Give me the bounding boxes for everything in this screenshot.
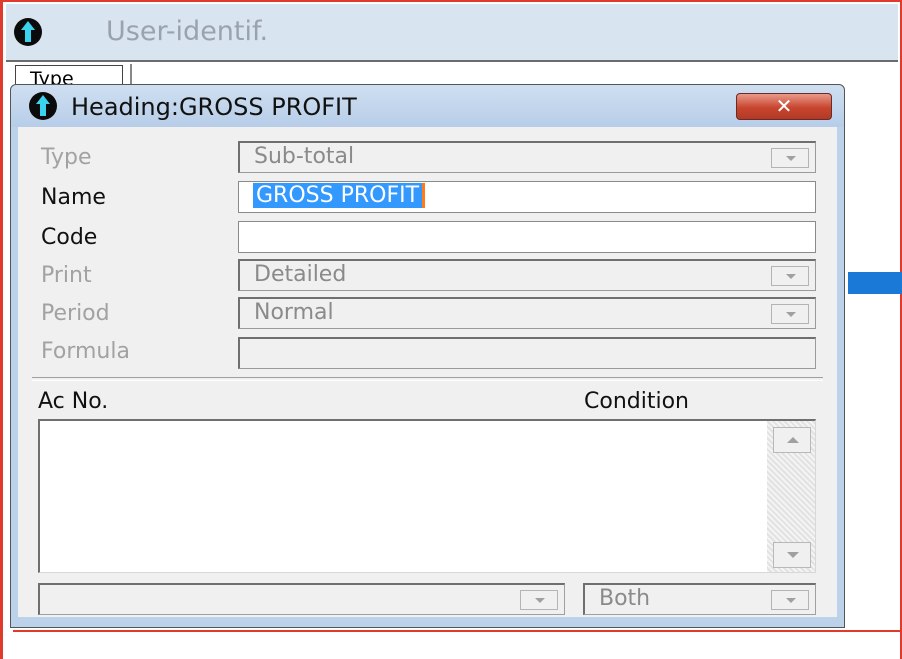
close-button[interactable]: ✕ <box>736 93 832 120</box>
condition-header: Condition <box>584 389 689 414</box>
name-label: Name <box>41 185 106 210</box>
background-divider <box>6 60 898 62</box>
condition-combo-value: Both <box>599 586 651 611</box>
name-field[interactable]: GROSS PROFIT <box>238 181 816 213</box>
formula-field <box>238 337 816 369</box>
account-combo[interactable] <box>38 583 565 615</box>
condition-combo[interactable]: Both <box>583 583 816 615</box>
code-label: Code <box>41 225 98 250</box>
print-label: Print <box>41 263 92 288</box>
background-selected-row[interactable] <box>848 272 902 294</box>
section-divider <box>32 377 823 381</box>
code-field[interactable] <box>238 221 816 253</box>
print-dropdown-arrow-icon <box>771 266 809 286</box>
condition-combo-dropdown-arrow-icon[interactable] <box>771 590 809 610</box>
period-select: Normal <box>238 297 816 329</box>
period-value: Normal <box>254 300 334 325</box>
print-select: Detailed <box>238 259 816 291</box>
heading-dialog: Heading:GROSS PROFIT ✕ Type Sub-total Na… <box>10 84 845 628</box>
account-list[interactable] <box>38 419 816 573</box>
close-icon: ✕ <box>775 94 793 118</box>
background-bottom-border <box>13 630 902 632</box>
period-dropdown-arrow-icon <box>771 304 809 324</box>
formula-label: Formula <box>41 339 130 364</box>
type-dropdown-arrow-icon <box>771 148 809 168</box>
list-scrollbar[interactable] <box>767 421 815 572</box>
dialog-body: Type Sub-total Name GROSS PROFIT Code Pr… <box>18 127 837 617</box>
ac-no-header: Ac No. <box>38 389 109 414</box>
background-title-bar: User-identif. <box>6 4 898 60</box>
dialog-title: Heading:GROSS PROFIT <box>71 93 357 121</box>
name-value: GROSS PROFIT <box>253 183 426 208</box>
print-value: Detailed <box>254 262 347 287</box>
scroll-up-icon[interactable] <box>773 427 811 453</box>
dialog-title-bar[interactable]: Heading:GROSS PROFIT ✕ <box>11 85 844 127</box>
period-label: Period <box>41 301 110 326</box>
scroll-down-icon[interactable] <box>773 542 811 568</box>
type-label: Type <box>41 145 92 170</box>
app-up-arrow-icon <box>14 18 42 46</box>
background-window-title: User-identif. <box>106 16 269 47</box>
app-up-arrow-icon <box>29 92 57 120</box>
type-value: Sub-total <box>254 144 355 169</box>
type-select: Sub-total <box>238 141 816 173</box>
account-combo-dropdown-arrow-icon[interactable] <box>520 590 558 610</box>
